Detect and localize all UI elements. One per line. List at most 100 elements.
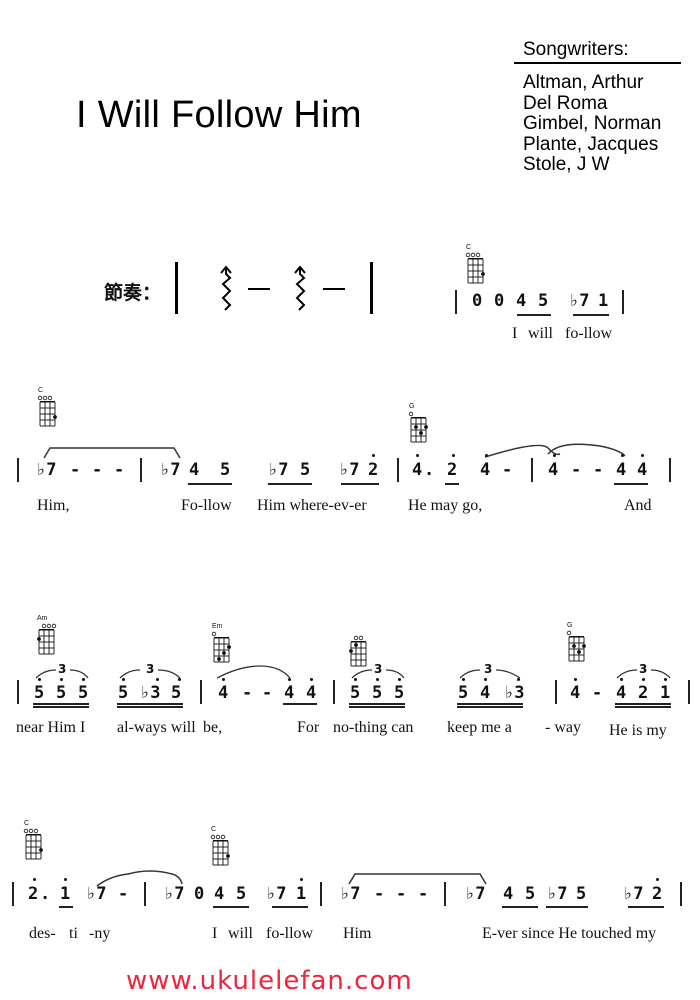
chord-name: G	[567, 622, 573, 629]
note: 5	[300, 460, 311, 480]
octave-dot	[485, 454, 488, 457]
chord-name: Am	[37, 615, 48, 622]
note: -	[502, 460, 513, 480]
barline	[200, 680, 202, 704]
barline	[669, 458, 671, 482]
chord-diagram: Em	[211, 623, 232, 670]
finger-dot	[226, 854, 230, 858]
beam	[59, 906, 73, 908]
octave-dot	[300, 878, 303, 881]
triplet-marks	[35, 665, 671, 679]
tie-slur	[348, 873, 487, 885]
note: -	[592, 683, 603, 703]
barline	[531, 458, 533, 482]
open-string-marker	[215, 834, 221, 840]
note: -	[242, 683, 253, 703]
chord-diagram: C	[465, 244, 486, 291]
triplet-number: 3	[639, 662, 648, 676]
chord-grid-icon	[566, 630, 586, 662]
octave-dot	[621, 454, 624, 457]
note: ♭7	[340, 884, 361, 904]
note: ♭3	[504, 683, 525, 703]
note: 5	[220, 460, 231, 480]
note: ♭7	[465, 884, 486, 904]
open-string-marker	[37, 395, 43, 401]
open-string-marker	[33, 828, 39, 834]
beam	[349, 706, 405, 708]
note: ♭7	[36, 460, 57, 480]
finger-dot	[354, 643, 358, 647]
tie-slur	[43, 447, 181, 459]
note: 4	[284, 683, 295, 703]
lyric: And	[624, 497, 652, 514]
lyric: near Him I	[16, 719, 86, 736]
beam	[615, 706, 671, 708]
note: 4	[637, 460, 648, 480]
open-string-marker	[353, 635, 359, 641]
song-title: I Will Follow Him	[76, 94, 362, 136]
note: -	[418, 884, 429, 904]
beam	[457, 706, 523, 708]
songwriter: Del Roma	[523, 92, 608, 114]
beam	[502, 906, 538, 908]
open-string-marker	[465, 252, 471, 258]
note: 4	[412, 460, 423, 480]
chord-name: C	[211, 826, 217, 833]
barline	[140, 458, 142, 482]
finger-dot	[577, 650, 581, 654]
strum-up-icon	[294, 265, 306, 311]
chord-name: C	[38, 387, 44, 394]
barline	[688, 680, 690, 704]
octave-dot	[398, 678, 401, 681]
finger-dot	[227, 645, 231, 649]
note: 5	[56, 683, 67, 703]
barline	[320, 882, 322, 906]
lyric: Fo-llow	[181, 497, 232, 514]
barline	[455, 290, 457, 314]
note: 0	[194, 884, 205, 904]
triplet-number: 3	[374, 662, 383, 676]
chord-name: C	[24, 820, 30, 827]
note: 5	[171, 683, 182, 703]
open-string-marker	[51, 623, 57, 629]
note: 2	[28, 884, 39, 904]
note: 4	[570, 683, 581, 703]
songwriter: Stole, J W	[523, 154, 610, 175]
barline	[397, 458, 399, 482]
lyric: be,	[203, 719, 223, 736]
note: 5	[394, 683, 405, 703]
octave-dot	[64, 878, 67, 881]
open-string-marker	[358, 635, 364, 641]
octave-dot	[222, 678, 225, 681]
chord-name: C	[466, 244, 472, 251]
note: 1	[598, 291, 609, 311]
beam	[188, 483, 232, 485]
note: ♭7	[266, 884, 287, 904]
lyric: E-ver since He touched my	[482, 925, 657, 942]
strum-up-icon	[220, 265, 232, 311]
octave-dot	[574, 678, 577, 681]
songwriter: Altman, Arthur	[523, 72, 644, 93]
note: ♭7	[268, 460, 289, 480]
website-footer[interactable]: www.ukulelefan.com	[126, 966, 413, 996]
note: -	[571, 460, 582, 480]
note: 4	[516, 291, 527, 311]
finger-dot	[39, 848, 43, 852]
barline	[17, 458, 19, 482]
open-string-marker	[46, 623, 52, 629]
note: -	[262, 683, 273, 703]
triplet-number: 3	[58, 662, 67, 676]
octave-dot	[553, 454, 556, 457]
open-string-marker	[220, 834, 226, 840]
note: ♭7	[86, 884, 107, 904]
lyric: I	[212, 925, 218, 942]
open-string-marker	[42, 395, 48, 401]
lyric: Him	[343, 925, 372, 942]
note: ♭3	[140, 683, 161, 703]
note: 5	[118, 683, 129, 703]
lyric: will	[528, 325, 553, 342]
note: 2	[652, 884, 663, 904]
beam	[283, 703, 317, 705]
note: 1	[660, 683, 671, 703]
open-string-marker	[23, 828, 29, 834]
